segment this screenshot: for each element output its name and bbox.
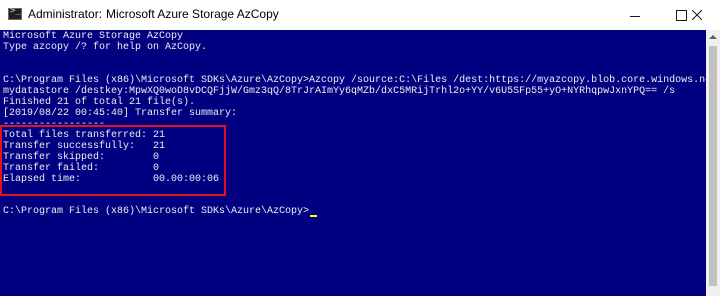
scroll-up-button[interactable] — [706, 30, 720, 44]
close-icon — [692, 10, 702, 20]
scroll-thumb[interactable] — [709, 46, 717, 286]
console-line: [2019/08/22 00:45:40] Transfer summary: — [3, 108, 238, 119]
window-title: Administrator: Microsoft Azure Storage Az… — [28, 7, 279, 21]
command-prompt-icon[interactable]: >_ — [8, 6, 22, 20]
vertical-scrollbar[interactable] — [706, 30, 720, 296]
title-app-name: Microsoft Azure Storage AzCopy — [106, 7, 279, 21]
arrow-up-icon — [709, 35, 717, 39]
text-cursor — [310, 215, 318, 217]
console-line: mydatastore /destkey:MpwXQ0woD8vDCQFjjW/… — [3, 86, 676, 97]
title-bar[interactable]: >_ Administrator: Microsoft Azure Storage… — [0, 0, 720, 30]
transfer-summary-highlight — [0, 125, 226, 196]
console-line: C:\Program Files (x86)\Microsoft SDKs\Az… — [3, 75, 706, 86]
console-line: Type azcopy /? for help on AzCopy. — [3, 42, 208, 53]
prompt-text: C:\Program Files (x86)\Microsoft SDKs\Az… — [3, 206, 310, 217]
console-line: Microsoft Azure Storage AzCopy — [3, 31, 184, 42]
console-line: Finished 21 of total 21 file(s). — [3, 97, 196, 108]
prompt-glyph: >_ — [10, 6, 21, 16]
console-window: >_ Administrator: Microsoft Azure Storage… — [0, 0, 720, 296]
close-button[interactable] — [674, 0, 720, 30]
minimize-button[interactable] — [612, 0, 658, 30]
console-prompt-line[interactable]: C:\Program Files (x86)\Microsoft SDKs\Az… — [3, 206, 318, 217]
console-output[interactable]: Microsoft Azure Storage AzCopy Type azco… — [0, 30, 706, 296]
minimize-icon — [630, 15, 640, 17]
title-prefix: Administrator: — [28, 7, 103, 21]
